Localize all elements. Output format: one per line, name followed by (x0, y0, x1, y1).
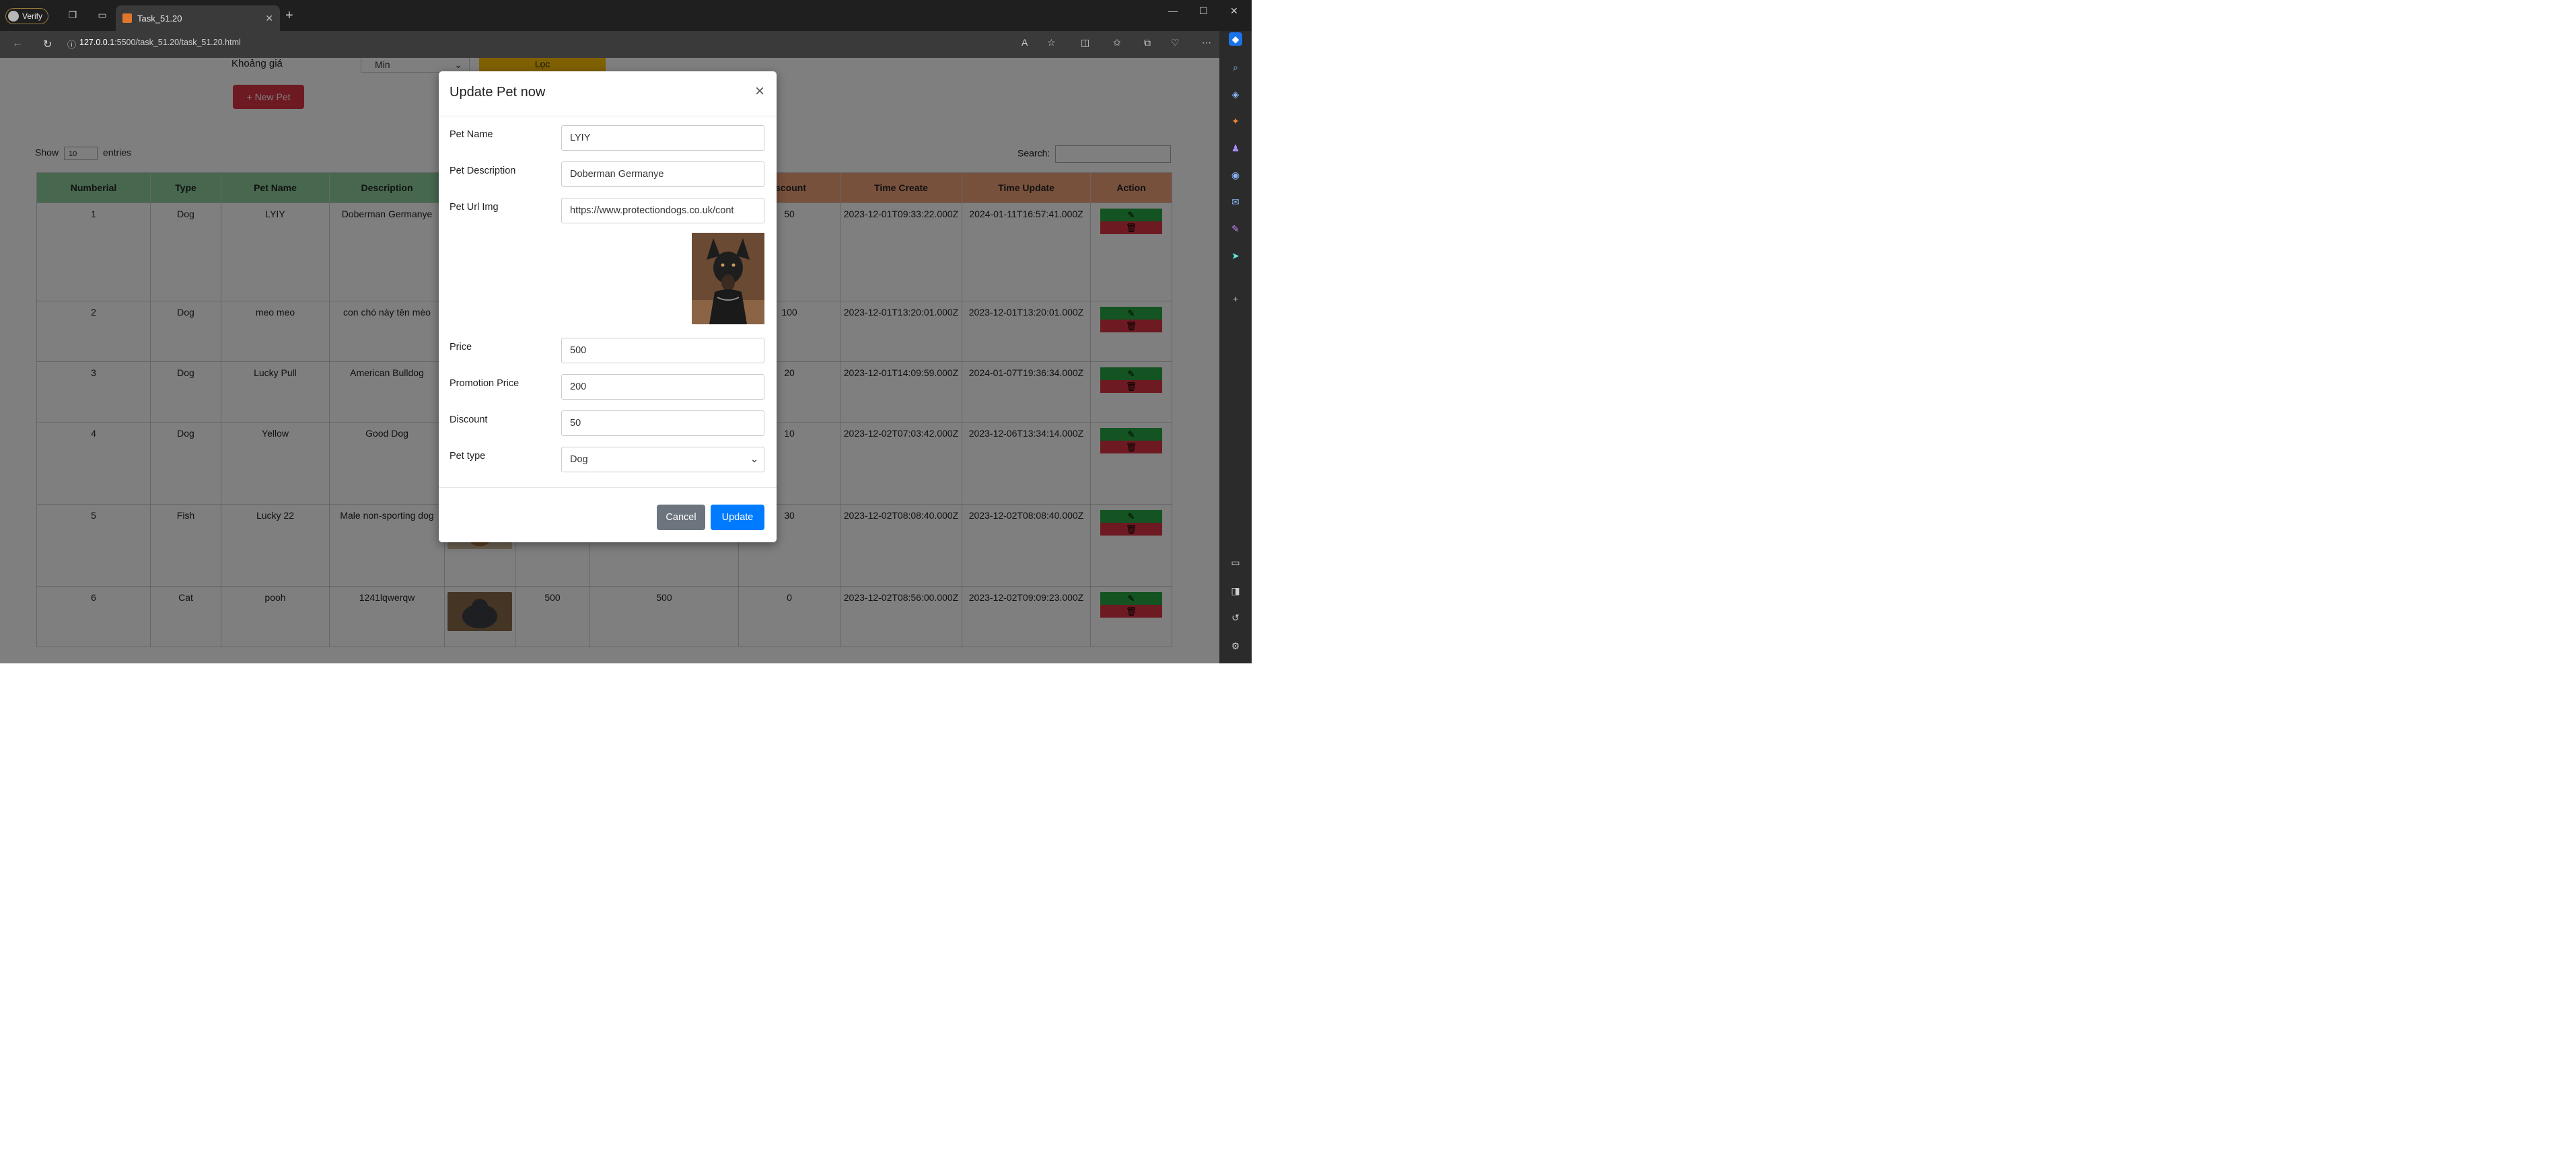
microsoft-365-icon[interactable]: ◉ (1229, 168, 1242, 182)
pet-image-preview (692, 233, 764, 324)
search-icon[interactable]: ⌕ (1229, 61, 1242, 74)
minimize-icon[interactable]: — (1168, 5, 1178, 16)
pet-description-label: Pet Description (450, 166, 516, 176)
favorite-star-icon[interactable]: ☆ (1047, 37, 1056, 48)
update-pet-modal: Update Pet now × Pet Name LYIY Pet Descr… (439, 71, 777, 542)
pet-description-input[interactable]: Doberman Germanye (561, 161, 764, 187)
update-button[interactable]: Update (711, 505, 764, 530)
promotion-price-label: Promotion Price (450, 378, 520, 389)
pet-url-img-label: Pet Url Img (450, 202, 499, 213)
collections-icon[interactable]: ⧉ (1144, 37, 1151, 48)
profile-button[interactable]: Verify (5, 8, 49, 24)
discount-label: Discount (450, 414, 488, 425)
promotion-price-input[interactable]: 200 (561, 374, 764, 400)
history-icon[interactable]: ↺ (1229, 611, 1242, 624)
copilot-icon[interactable]: ◆ (1229, 32, 1242, 46)
close-icon[interactable]: × (755, 82, 764, 101)
avatar (8, 11, 19, 22)
url-host: 127.0.0.1 (79, 38, 115, 47)
pet-name-label: Pet Name (450, 129, 493, 140)
tools-icon[interactable]: ✦ (1229, 114, 1242, 128)
modal-footer (439, 487, 777, 488)
refresh-icon[interactable]: ↻ (43, 38, 52, 51)
pet-type-value: Dog (570, 454, 588, 465)
url-path: :5500/task_51.20/task_51.20.html (114, 38, 241, 47)
tab-task-51-20[interactable]: Task_51.20 ✕ (116, 5, 280, 31)
add-sidebar-app-icon[interactable]: + (1229, 292, 1242, 305)
browser-tab-bar: Verify ❐ ▭ Task_51.20 ✕ + — ☐ ✕ (0, 0, 1252, 31)
pet-type-label: Pet type (450, 451, 486, 462)
outlook-icon[interactable]: ✉ (1229, 195, 1242, 209)
feedback-icon[interactable]: ♡ (1171, 37, 1180, 48)
screenshot: Verify ❐ ▭ Task_51.20 ✕ + — ☐ ✕ ← ↻ ⓘ 12… (0, 0, 1252, 663)
maximize-icon[interactable]: ☐ (1199, 5, 1208, 17)
pet-type-select[interactable]: Dog ⌄ (561, 447, 764, 472)
settings-gear-icon[interactable]: ⚙ (1229, 639, 1242, 653)
cancel-button[interactable]: Cancel (657, 505, 705, 530)
tab-title: Task_51.20 (137, 13, 182, 24)
pet-name-input[interactable]: LYIY (561, 125, 764, 151)
modal-title: Update Pet now (450, 85, 546, 100)
profile-label: Verify (22, 11, 43, 21)
sidebar-toggle-icon[interactable]: ◨ (1229, 584, 1242, 597)
back-icon[interactable]: ← (12, 38, 23, 50)
screen-icon[interactable]: ▭ (1229, 556, 1242, 569)
page-viewport: Khoảng giá Min ⌄ Lọc + New Pet Show10ent… (0, 58, 1219, 663)
designer-icon[interactable]: ✎ (1229, 222, 1242, 235)
tab-actions-icon[interactable]: ▭ (97, 9, 108, 20)
discount-input[interactable]: 50 (561, 410, 764, 436)
more-menu-icon[interactable]: ⋯ (1202, 37, 1211, 48)
url-field[interactable]: 127.0.0.1:5500/task_51.20/task_51.20.htm… (79, 38, 241, 47)
site-info-icon[interactable]: ⓘ (67, 38, 76, 50)
read-aloud-icon[interactable]: A (1022, 37, 1028, 48)
shopping-icon[interactable]: ◈ (1229, 87, 1242, 101)
workspaces-icon[interactable]: ❐ (67, 9, 78, 20)
price-label: Price (450, 342, 472, 353)
favorites-icon[interactable]: ✩ (1113, 37, 1121, 48)
close-window-icon[interactable]: ✕ (1230, 5, 1238, 17)
drop-icon[interactable]: ➤ (1229, 249, 1242, 262)
split-screen-icon[interactable]: ◫ (1081, 37, 1089, 48)
chevron-down-icon: ⌄ (750, 454, 758, 465)
new-tab-icon[interactable]: + (285, 8, 293, 24)
games-icon[interactable]: ♟ (1229, 141, 1242, 155)
favicon-icon (122, 13, 132, 23)
close-tab-icon[interactable]: ✕ (265, 13, 273, 24)
pet-url-img-input[interactable]: https://www.protectiondogs.co.uk/cont (561, 198, 764, 223)
price-input[interactable]: 500 (561, 338, 764, 363)
